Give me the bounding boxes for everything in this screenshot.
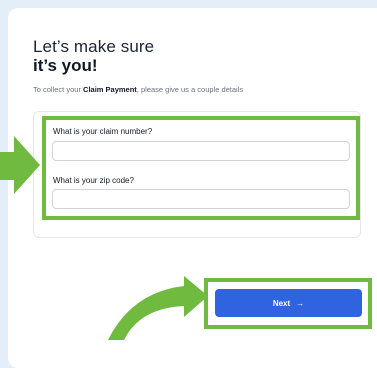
- pointer-arrow-icon: [108, 276, 208, 340]
- pointer-arrow-icon: [0, 136, 40, 194]
- annotation-arrows: [0, 136, 208, 340]
